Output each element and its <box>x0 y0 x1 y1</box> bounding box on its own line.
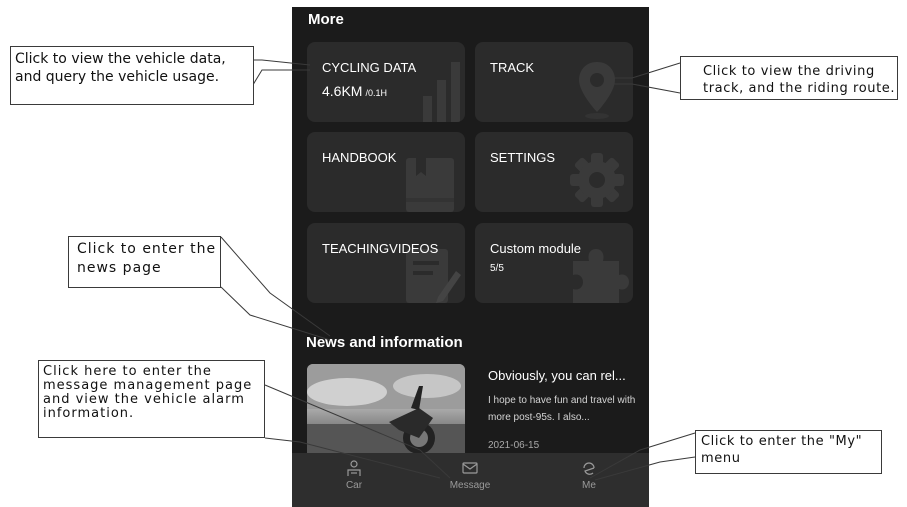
tile-label-settings: SETTINGS <box>490 150 556 165</box>
news-item[interactable]: Obviously, you can rel... I hope to have… <box>307 364 637 459</box>
tile-label-custom-module: Custom module <box>490 241 582 256</box>
tile-label-handbook: HANDBOOK <box>322 150 397 165</box>
gear-icon <box>570 153 624 207</box>
custom-module-count: 5/5 <box>490 263 504 274</box>
callout-my-menu: Click to enter the "My" menu <box>695 430 882 474</box>
location-pin-icon <box>579 62 615 119</box>
track-tile[interactable]: TRACK <box>475 42 633 122</box>
more-section-title: More <box>308 11 344 28</box>
cycling-data-value: 4.6KM /0.1H <box>322 83 387 99</box>
teaching-videos-tile[interactable]: TEACHINGVIDEOS <box>307 223 465 303</box>
app-screen: More CYCLING DATA 4.6KM /0.1H TRACK HAND… <box>292 7 649 507</box>
news-item-date: 2021-06-15 <box>488 440 540 451</box>
custom-module-tile[interactable]: Custom module 5/5 <box>475 223 633 303</box>
distance-value: 4.6KM <box>322 83 363 99</box>
callout-news: Click to enter the news page <box>68 236 221 288</box>
tile-label-teaching-videos: TEACHINGVIDEOS <box>322 241 439 256</box>
news-thumbnail <box>307 364 465 459</box>
news-item-title: Obviously, you can rel... <box>488 368 626 383</box>
tile-label-track: TRACK <box>490 60 535 75</box>
duration-value: /0.1H <box>365 88 388 98</box>
tab-me-label: Me <box>582 480 596 491</box>
settings-tile[interactable]: SETTINGS <box>475 132 633 212</box>
mail-icon <box>462 462 478 474</box>
tab-me[interactable]: Me <box>549 459 629 491</box>
cycling-data-tile[interactable]: CYCLING DATA 4.6KM /0.1H <box>307 42 465 122</box>
me-icon <box>583 462 595 475</box>
bottom-tab-bar: Car Message Me <box>292 453 649 507</box>
news-item-snippet: I hope to have fun and travel with more … <box>488 395 636 423</box>
callout-message: Click here to enter the message manageme… <box>38 360 265 438</box>
news-section-title: News and information <box>306 334 463 351</box>
tab-message[interactable]: Message <box>430 459 510 491</box>
motorcycle-image <box>307 364 465 459</box>
tab-message-label: Message <box>449 480 491 491</box>
tab-car[interactable]: Car <box>314 459 394 491</box>
handbook-tile[interactable]: HANDBOOK <box>307 132 465 212</box>
tab-car-label: Car <box>345 480 363 491</box>
car-icon <box>347 460 361 476</box>
callout-track: Click to view the driving track, and the… <box>680 56 898 100</box>
book-icon <box>406 158 454 212</box>
bar-chart-icon <box>423 62 460 122</box>
callout-vehicle-data: Click to view the vehicle data, and quer… <box>10 46 254 105</box>
tile-label-cycling-data: CYCLING DATA <box>322 60 417 75</box>
